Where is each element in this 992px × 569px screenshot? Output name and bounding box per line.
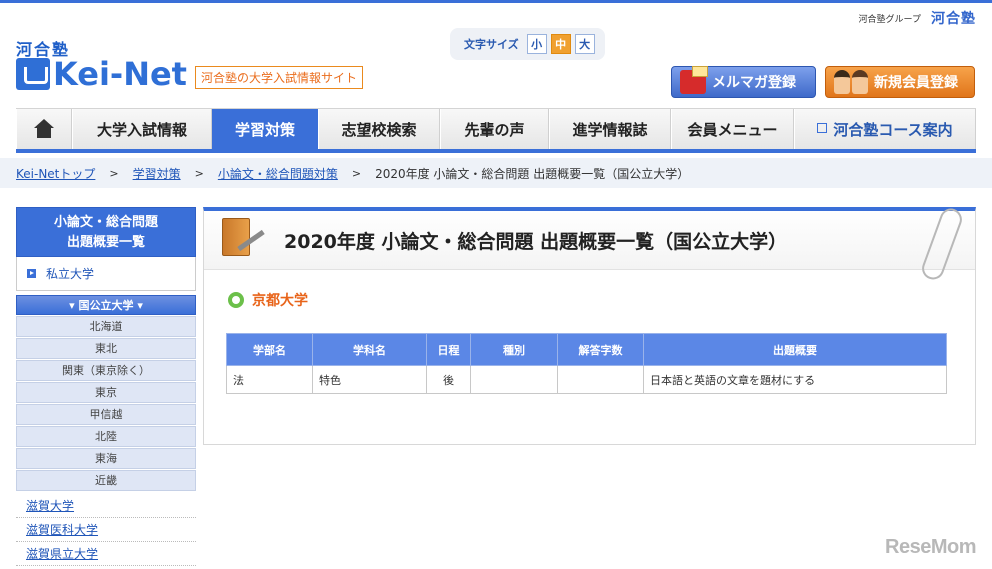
nav-item-admissions[interactable]: 大学入試情報	[72, 109, 212, 149]
sidebar-university-link[interactable]: 滋賀医科大学	[16, 518, 196, 542]
sidebar-region-item[interactable]: 甲信越	[16, 404, 196, 425]
sidebar-heading-line2: 出題概要一覧	[66, 235, 145, 250]
breadcrumb-current: 2020年度 小論文・総合問題 出題概要一覧（国公立大学）	[375, 166, 690, 181]
university-name: 京都大学	[252, 293, 308, 309]
mailmag-register-button[interactable]: メルマガ登録	[671, 66, 816, 98]
cell-faculty: 法	[226, 365, 313, 394]
cell-department: 特色	[312, 365, 427, 394]
col-schedule: 日程	[426, 333, 471, 366]
cell-answer-length	[557, 365, 644, 394]
cell-type	[470, 365, 558, 394]
top-accent-line	[0, 0, 992, 3]
site-name: Kei-Net	[53, 55, 187, 93]
table-row: 法 特色 後 日本語と英語の文章を題材にする	[226, 365, 947, 394]
breadcrumb-separator: >	[351, 166, 362, 180]
sidebar-region-item[interactable]: 関東（東京除く）	[16, 360, 196, 381]
nav-course-label: 河合塾コース案内	[833, 120, 953, 139]
font-size-switcher: 文字サイズ 小 中 大	[450, 28, 605, 60]
sidebar-region-item[interactable]: 近畿	[16, 470, 196, 491]
global-nav: 大学入試情報 学習対策 志望校検索 先輩の声 進学情報誌 会員メニュー 河合塾コ…	[16, 108, 976, 153]
font-size-label: 文字サイズ	[464, 38, 519, 51]
nav-item-school-search[interactable]: 志望校検索	[318, 109, 440, 149]
page-title: 2020年度 小論文・総合問題 出題概要一覧（国公立大学）	[284, 230, 788, 253]
nav-item-seniors-voice[interactable]: 先輩の声	[440, 109, 549, 149]
sidebar-national-heading[interactable]: ▾ 国公立大学 ▾	[16, 295, 196, 315]
exam-summary-table: 学部名 学科名 日程 種別 解答字数 出題概要 法 特色 後 日本語と英語の文章…	[226, 333, 947, 394]
sidebar-heading: 小論文・総合問題 出題概要一覧	[16, 207, 196, 257]
circle-bullet-icon	[228, 292, 244, 308]
breadcrumb-separator: >	[194, 166, 204, 180]
breadcrumb-home[interactable]: Kei-Netトップ	[16, 165, 95, 182]
watermark-logo: ReseMom	[885, 536, 976, 558]
main-panel: 2020年度 小論文・総合問題 出題概要一覧（国公立大学） 京都大学 学部名 学…	[203, 205, 976, 445]
sidebar-item-private[interactable]: 私立大学	[16, 257, 196, 291]
sidebar-region-item[interactable]: 北海道	[16, 316, 196, 337]
cell-schedule: 後	[426, 365, 471, 394]
external-window-icon	[817, 123, 828, 133]
nav-item-magazine[interactable]: 進学情報誌	[549, 109, 671, 149]
sidebar-region-item[interactable]: 北陸	[16, 426, 196, 447]
nav-home[interactable]	[16, 109, 72, 149]
font-size-large-button[interactable]: 大	[574, 34, 595, 54]
group-label: 河合塾グループ	[858, 14, 921, 25]
nav-item-member-menu[interactable]: 会員メニュー	[671, 109, 794, 149]
breadcrumb: Kei-Netトップ > 学習対策 > 小論文・総合問題対策 > 2020年度 …	[0, 158, 992, 188]
mailmag-register-label: メルマガ登録	[712, 75, 796, 91]
table-header-row: 学部名 学科名 日程 種別 解答字数 出題概要	[226, 333, 947, 366]
cell-summary: 日本語と英語の文章を題材にする	[643, 365, 947, 394]
site-tagline: 河合塾の大学入試情報サイト	[194, 65, 363, 89]
col-summary: 出題概要	[643, 333, 947, 366]
breadcrumb-study[interactable]: 学習対策	[133, 165, 181, 182]
home-icon	[33, 119, 55, 139]
mailbox-icon	[680, 66, 708, 94]
nav-course-link[interactable]: 河合塾コース案内	[794, 109, 976, 149]
sidebar-region-item[interactable]: 東京	[16, 382, 196, 403]
col-answer-length: 解答字数	[557, 333, 644, 366]
university-heading: 京都大学	[228, 290, 975, 310]
col-department: 学科名	[312, 333, 427, 366]
new-member-register-button[interactable]: 新規会員登録	[825, 66, 975, 98]
col-faculty: 学部名	[226, 333, 313, 366]
sidebar-region-item[interactable]: 東北	[16, 338, 196, 359]
group-logo[interactable]: 河合塾	[931, 8, 976, 28]
sidebar-region-item[interactable]: 東海	[16, 448, 196, 469]
group-row: 河合塾グループ 河合塾	[859, 8, 976, 28]
arrow-square-icon	[27, 269, 36, 278]
title-bar: 2020年度 小論文・総合問題 出題概要一覧（国公立大学）	[204, 211, 975, 270]
sidebar-private-label: 私立大学	[46, 267, 95, 281]
font-size-medium-button[interactable]: 中	[550, 34, 571, 54]
site-logo[interactable]: Kei-Net 河合塾の大学入試情報サイト	[16, 58, 363, 90]
breadcrumb-essay[interactable]: 小論文・総合問題対策	[218, 165, 338, 182]
notebook-pencil-icon	[218, 216, 265, 264]
font-size-small-button[interactable]: 小	[526, 34, 547, 54]
sidebar: 小論文・総合問題 出題概要一覧 私立大学 ▾ 国公立大学 ▾ 北海道 東北 関東…	[16, 207, 196, 566]
book-logo-icon	[16, 58, 50, 90]
nav-item-study[interactable]: 学習対策	[212, 109, 318, 149]
new-member-register-label: 新規会員登録	[874, 75, 958, 91]
col-type: 種別	[470, 333, 558, 366]
sidebar-heading-line1: 小論文・総合問題	[53, 215, 158, 230]
sidebar-university-link[interactable]: 滋賀県立大学	[16, 542, 196, 566]
breadcrumb-separator: >	[109, 166, 119, 180]
sidebar-university-link[interactable]: 滋賀大学	[16, 494, 196, 518]
students-icon	[834, 70, 870, 94]
